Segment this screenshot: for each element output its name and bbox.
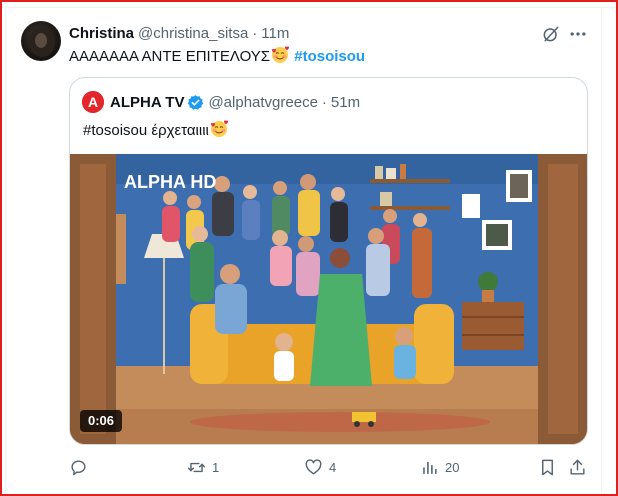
quoted-body: έρχεταιιιι (147, 122, 209, 139)
hashtag-link[interactable]: #tosoisou (294, 48, 365, 65)
retweet-count: 1 (212, 459, 220, 475)
video-duration: 0:06 (80, 410, 123, 432)
tweet-header: Christina @christina_sitsa · 11m (69, 23, 289, 43)
divider (2, 7, 616, 8)
quoted-time[interactable]: 51m (331, 94, 360, 111)
tweet-time[interactable]: 11m (261, 25, 289, 42)
avatar-face (35, 33, 47, 48)
meta-separator: · (252, 24, 258, 42)
share-button[interactable] (568, 456, 587, 478)
like-count: 4 (329, 459, 337, 475)
grok-icon[interactable] (541, 24, 561, 44)
views-button[interactable]: 20 (420, 456, 459, 478)
quoted-handle[interactable]: @alphatvgreece (208, 94, 317, 111)
retweet-button[interactable]: 1 (187, 456, 219, 478)
bookmark-button[interactable] (538, 456, 557, 478)
quoted-text: #tosoisou έρχεταιιιι (83, 120, 229, 141)
like-button[interactable]: 4 (304, 456, 336, 478)
smiling-face-with-hearts-icon (272, 46, 290, 63)
tweet-body: ΑΑΑΑΑΑΑ ΑΝΤΕ ΕΠΙΤΕΛΟΥΣ (69, 48, 271, 65)
reply-icon (71, 459, 86, 475)
more-icon[interactable] (568, 24, 588, 44)
like-icon (305, 458, 322, 475)
quoted-header: ALPHA TV @alphatvgreece · 51m (110, 92, 360, 112)
quoted-author-name[interactable]: ALPHA TV (110, 94, 184, 111)
divider (601, 8, 602, 492)
verified-badge-icon (188, 94, 204, 110)
smiling-face-with-hearts-icon (210, 120, 228, 137)
author-handle[interactable]: @christina_sitsa (138, 25, 248, 42)
quoted-author-avatar[interactable]: A (82, 91, 104, 113)
author-name[interactable]: Christina (69, 25, 134, 42)
retweet-icon (187, 462, 206, 472)
video-thumbnail: ALPHA HD (70, 154, 587, 444)
alpha-logo-letter: A (88, 94, 98, 110)
reply-button[interactable] (69, 456, 94, 478)
quoted-tweet[interactable]: A ALPHA TV @alphatvgreece · 51m #tosoisou … (69, 77, 588, 445)
quoted-meta: @alphatvgreece · 51m (208, 94, 360, 111)
video-player[interactable]: ALPHA HD 0:06 (70, 154, 587, 444)
views-icon (423, 461, 437, 474)
tweet-text: ΑΑΑΑΑΑΑ ΑΝΤΕ ΕΠΙΤΕΛΟΥΣ #tosoisou (69, 46, 365, 67)
action-bar: 1 4 20 (0, 456, 618, 478)
author-avatar[interactable] (21, 21, 61, 61)
views-count: 20 (445, 459, 460, 475)
author-meta: @christina_sitsa · 11m (138, 25, 289, 42)
bookmark-icon (542, 459, 553, 475)
meta-separator: · (321, 93, 327, 111)
channel-logo: ALPHA HD (124, 172, 216, 192)
quoted-hashtag[interactable]: #tosoisou (83, 122, 147, 139)
divider (5, 8, 6, 492)
share-icon (570, 459, 585, 475)
alpha-logo-icon: A (82, 91, 104, 113)
